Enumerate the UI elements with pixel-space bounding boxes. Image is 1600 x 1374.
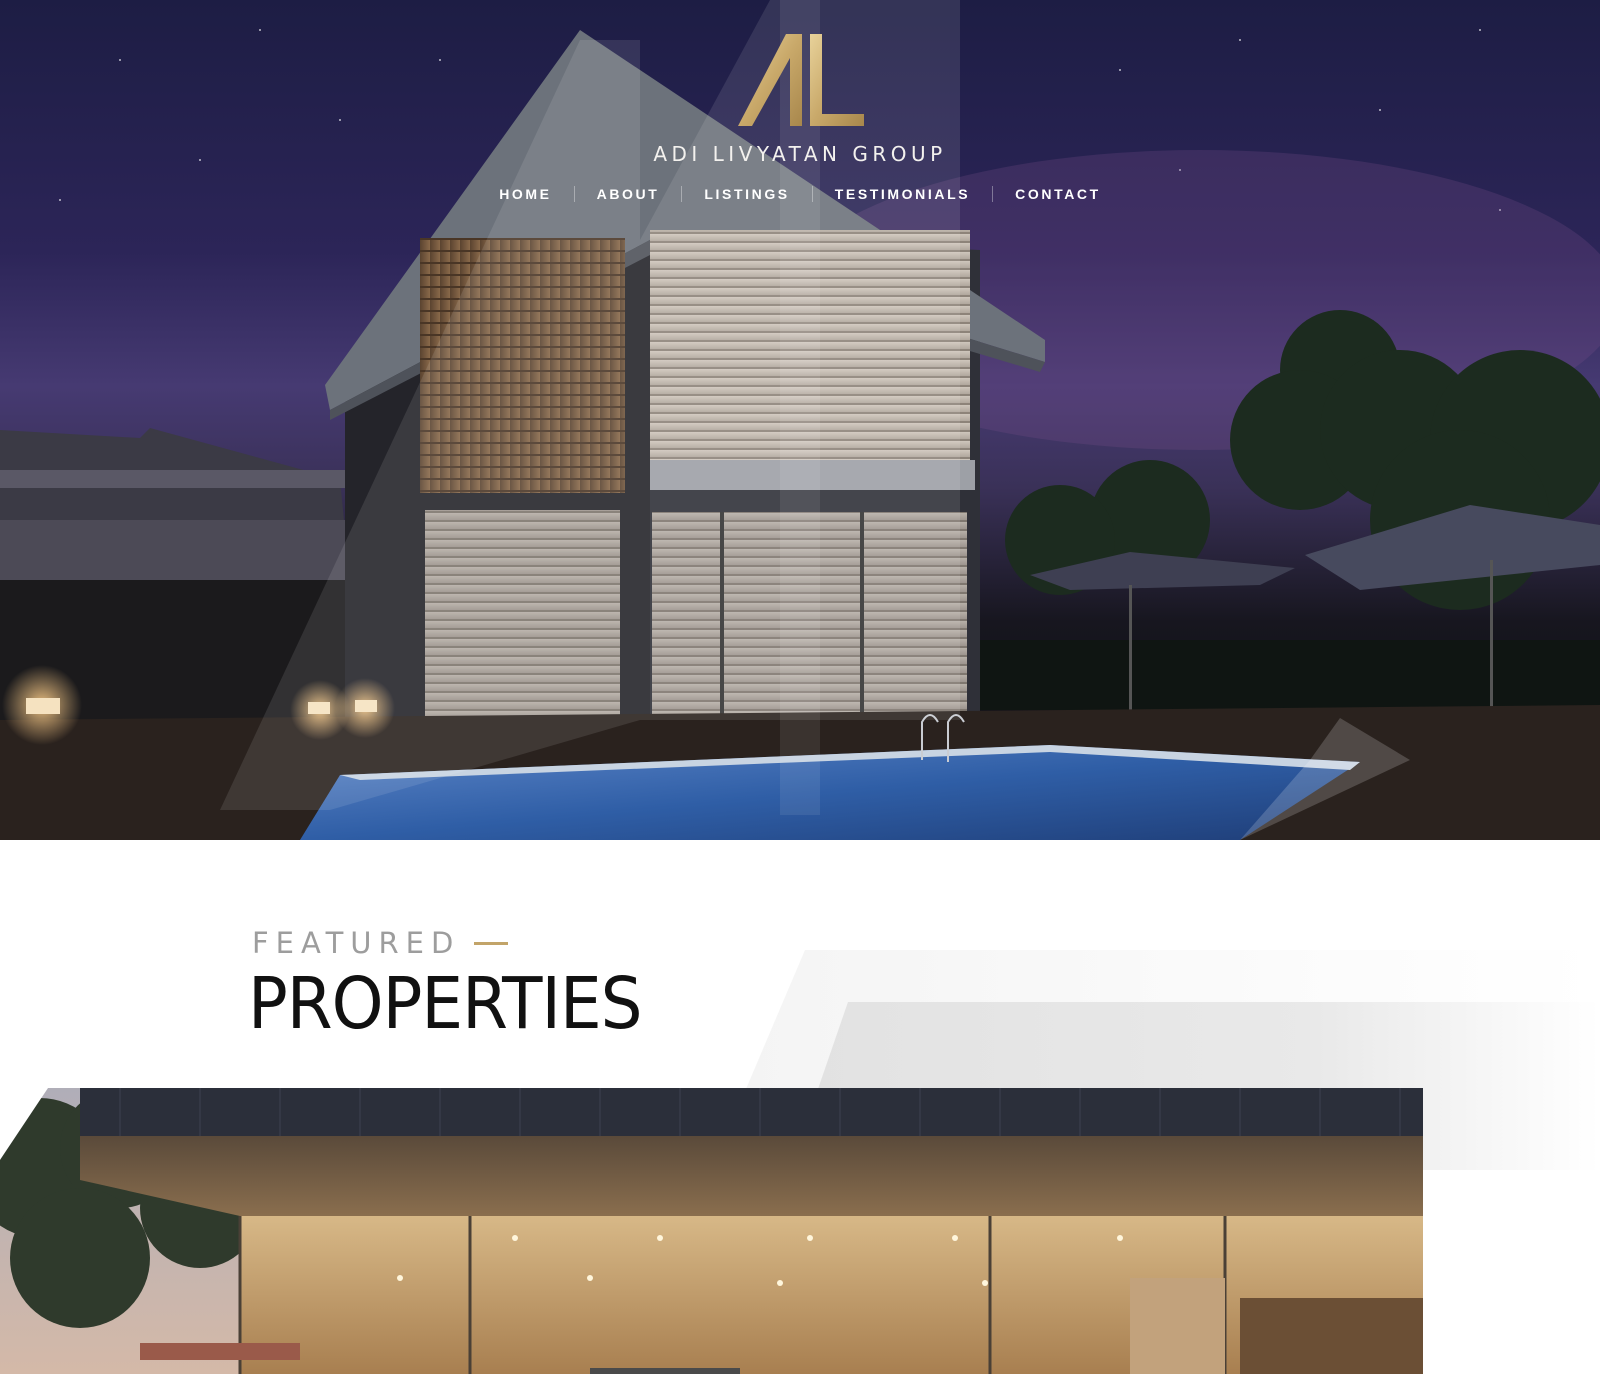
brand-name: ADI LIVYATAN GROUP xyxy=(653,142,947,166)
brand-logo-icon[interactable] xyxy=(734,34,866,128)
brand[interactable]: ADI LIVYATAN GROUP xyxy=(0,34,1600,166)
main-nav: HOME ABOUT LISTINGS TESTIMONIALS CONTACT xyxy=(0,186,1600,202)
nav-item-listings[interactable]: LISTINGS xyxy=(682,186,811,202)
featured-property-image[interactable] xyxy=(0,1088,1600,1374)
featured-kicker-row: FEATURED xyxy=(252,926,509,960)
accent-rule xyxy=(474,941,509,945)
nav-item-about[interactable]: ABOUT xyxy=(575,186,682,202)
nav-item-home[interactable]: HOME xyxy=(477,186,573,202)
featured-kicker: FEATURED xyxy=(252,926,461,960)
nav-item-testimonials[interactable]: TESTIMONIALS xyxy=(813,186,992,202)
featured-section: FEATURED PROPERTIES xyxy=(0,840,1600,1374)
hero-section: ADI LIVYATAN GROUP HOME ABOUT LISTINGS T… xyxy=(0,0,1600,840)
nav-item-contact[interactable]: CONTACT xyxy=(993,186,1123,202)
featured-headline: PROPERTIES xyxy=(248,962,643,1046)
